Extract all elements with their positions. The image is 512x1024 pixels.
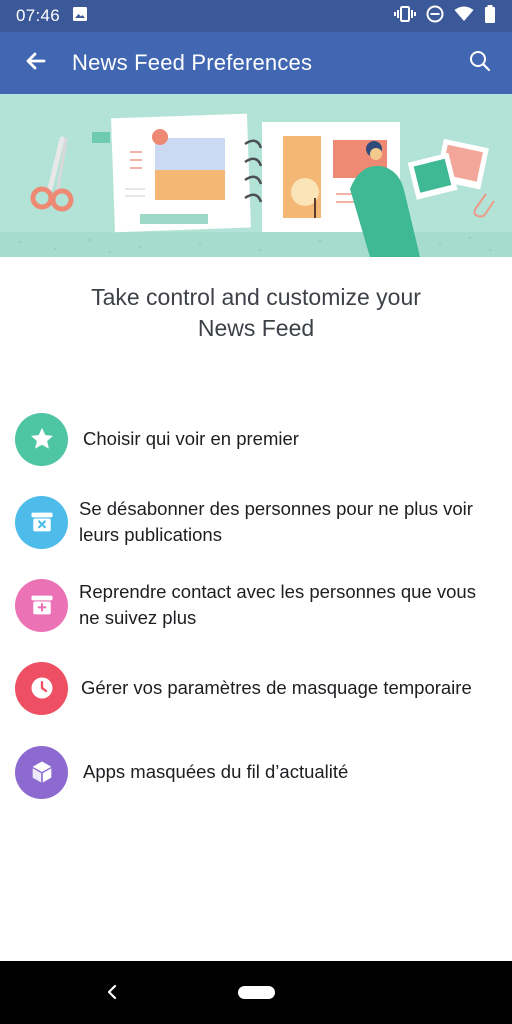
status-left: 07:46: [16, 6, 88, 27]
headline-line-2: News Feed: [197, 315, 315, 341]
headline: Take control and customize your News Fee…: [0, 282, 512, 344]
option-hidden-apps[interactable]: Apps masquées du fil d’actualité: [0, 737, 512, 807]
headline-line-1: Take control and customize your: [91, 284, 421, 310]
nav-home-pill[interactable]: [238, 986, 275, 999]
nav-back-icon[interactable]: [100, 979, 124, 1005]
app-bar: News Feed Preferences: [0, 32, 512, 94]
refollow-box-icon: [15, 578, 68, 632]
back-button[interactable]: [0, 32, 72, 94]
option-see-first[interactable]: Choisir qui voir en premier: [0, 404, 512, 474]
option-label: Choisir qui voir en premier: [83, 428, 299, 449]
option-reconnect[interactable]: Reprendre contact avec les personnes que…: [0, 570, 512, 640]
status-right: [394, 4, 496, 28]
battery-icon: [484, 4, 496, 28]
vibrate-icon: [394, 5, 416, 28]
option-snooze-settings[interactable]: Gérer vos paramètres de masquage tempora…: [0, 653, 512, 723]
status-time: 07:46: [16, 6, 61, 25]
option-label: Apps masquées du fil d’actualité: [83, 761, 349, 782]
wifi-icon: [454, 6, 474, 27]
page-title: News Feed Preferences: [72, 50, 313, 75]
option-label: Gérer vos paramètres de masquage tempora…: [81, 677, 472, 698]
hero-illustration: [0, 94, 512, 257]
star-icon: [15, 412, 68, 466]
cube-icon: [15, 745, 68, 799]
image-icon: [72, 6, 88, 27]
option-label: Se désabonner des personnes pour ne plus…: [79, 498, 473, 545]
option-unfollow[interactable]: Se désabonner des personnes pour ne plus…: [0, 487, 512, 557]
status-bar: 07:46: [0, 0, 512, 32]
search-icon: [469, 50, 491, 77]
do-not-disturb-icon: [426, 5, 444, 28]
unfollow-box-icon: [15, 495, 68, 549]
clock-icon: [15, 661, 68, 715]
search-button[interactable]: [448, 32, 512, 94]
option-label: Reprendre contact avec les personnes que…: [79, 581, 476, 628]
system-nav-bar: [0, 961, 512, 1024]
arrow-left-icon: [24, 49, 48, 78]
